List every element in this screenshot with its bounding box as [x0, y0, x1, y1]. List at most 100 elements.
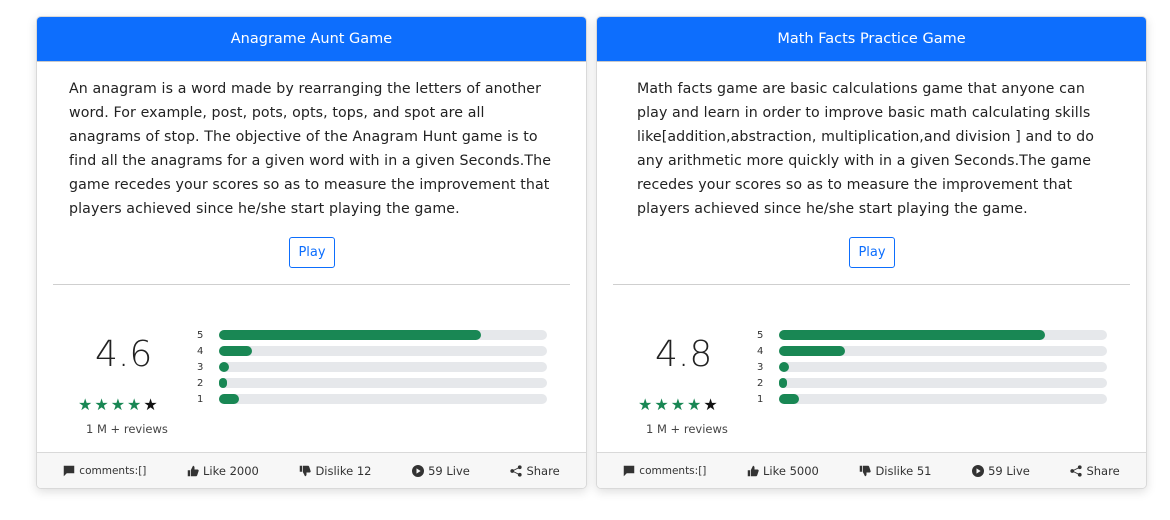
dislike-count: Dislike 51 — [875, 463, 932, 478]
star-rating: ★★★★★ — [78, 395, 160, 414]
play-button[interactable]: Play — [289, 237, 335, 268]
card-footer: comments:[] Like 5000 Dislike 51 59 Live… — [597, 452, 1146, 488]
star-rating: ★★★★★ — [638, 395, 720, 414]
comments-link[interactable]: comments:[] — [63, 465, 146, 477]
card-footer: comments:[] Like 2000 Dislike 12 59 Live… — [37, 452, 586, 488]
average-rating: 4.6 — [95, 334, 153, 375]
rating-label: 2 — [197, 377, 204, 389]
star-icon: ★ — [94, 395, 111, 414]
live-count: 59 Live — [428, 463, 470, 478]
rating-label: 1 — [197, 393, 204, 405]
star-icon: ★ — [654, 395, 671, 414]
rating-bar-track — [219, 330, 547, 340]
divider — [53, 284, 570, 285]
rating-bar-fill — [779, 378, 788, 388]
rating-row: 5 — [757, 327, 1109, 343]
play-button[interactable]: Play — [849, 237, 895, 268]
rating-label: 4 — [197, 345, 204, 357]
comments-label: comments:[] — [79, 464, 147, 477]
rating-bar-fill — [779, 346, 845, 356]
comments-link[interactable]: comments:[] — [623, 465, 706, 477]
rating-row: 3 — [197, 359, 549, 375]
live-count: 59 Live — [988, 463, 1030, 478]
rating-label: 5 — [757, 329, 764, 341]
rating-bar-track — [219, 378, 547, 388]
rating-row: 1 — [197, 391, 549, 407]
play-circle-icon — [412, 464, 425, 477]
rating-bar-fill — [219, 362, 229, 372]
game-card-anagram: Anagrame Aunt Game An anagram is a word … — [36, 16, 587, 489]
star-icon: ★ — [127, 395, 144, 414]
card-body: An anagram is a word made by rearranging… — [69, 77, 556, 221]
dislike-count: Dislike 12 — [315, 463, 372, 478]
rating-bar-track — [779, 378, 1107, 388]
card-description: Math facts game are basic calculations g… — [637, 81, 1094, 217]
rating-bar-track — [219, 394, 547, 404]
rating-label: 3 — [757, 361, 764, 373]
rating-distribution: 5 4 3 2 1 — [197, 327, 549, 407]
star-icon: ★ — [687, 395, 704, 414]
thumbs-down-icon — [860, 465, 872, 476]
review-count: 1 M + reviews — [86, 422, 168, 436]
star-icon: ★ — [638, 395, 655, 414]
card-description: An anagram is a word made by rearranging… — [69, 81, 552, 217]
share-label: Share — [1086, 463, 1120, 478]
star-icon: ★ — [78, 395, 95, 414]
rating-bar-fill — [219, 394, 239, 404]
rating-bar-track — [219, 362, 547, 372]
card-title: Anagrame Aunt Game — [37, 17, 586, 62]
rating-bar-fill — [219, 378, 228, 388]
review-count: 1 M + reviews — [646, 422, 728, 436]
rating-bar-track — [779, 346, 1107, 356]
thumbs-down-icon — [300, 465, 312, 476]
like-button[interactable]: Like 5000 — [747, 464, 819, 478]
rating-bar-fill — [779, 330, 1045, 340]
rating-bar-track — [779, 362, 1107, 372]
share-button[interactable]: Share — [1070, 463, 1120, 478]
share-icon — [1070, 464, 1083, 477]
game-card-math-facts: Math Facts Practice Game Math facts game… — [596, 16, 1147, 489]
rating-bar-fill — [219, 330, 482, 340]
rating-label: 3 — [197, 361, 204, 373]
half-star-icon: ★ — [143, 395, 160, 414]
rating-bar-fill — [779, 362, 789, 372]
star-icon: ★ — [670, 395, 688, 414]
like-count: Like 2000 — [202, 463, 259, 478]
rating-row: 4 — [197, 343, 549, 359]
rating-row: 4 — [757, 343, 1109, 359]
dislike-button[interactable]: Dislike 51 — [859, 464, 931, 478]
thumbs-up-icon — [747, 465, 759, 476]
rating-bar-fill — [219, 346, 252, 356]
rating-bar-track — [219, 346, 547, 356]
comment-icon — [624, 465, 635, 476]
rating-label: 5 — [197, 329, 204, 341]
card-title: Math Facts Practice Game — [597, 17, 1146, 62]
thumbs-up-icon — [187, 465, 199, 476]
dislike-button[interactable]: Dislike 12 — [299, 464, 371, 478]
live-link[interactable]: 59 Live — [412, 464, 470, 478]
comment-icon — [64, 465, 75, 476]
half-star-icon: ★ — [703, 395, 720, 414]
rating-label: 1 — [757, 393, 764, 405]
rating-distribution: 5 4 3 2 1 — [757, 327, 1109, 407]
share-icon — [510, 464, 523, 477]
average-rating: 4.8 — [655, 334, 713, 375]
star-icon: ★ — [110, 395, 128, 414]
play-circle-icon — [972, 464, 985, 477]
rating-row: 2 — [757, 375, 1109, 391]
rating-row: 1 — [757, 391, 1109, 407]
rating-bar-fill — [779, 394, 799, 404]
share-button[interactable]: Share — [510, 463, 560, 478]
rating-label: 2 — [757, 377, 764, 389]
rating-row: 2 — [197, 375, 549, 391]
like-button[interactable]: Like 2000 — [187, 464, 259, 478]
rating-bar-track — [779, 330, 1107, 340]
share-label: Share — [526, 463, 560, 478]
divider — [613, 284, 1130, 285]
rating-label: 4 — [757, 345, 764, 357]
rating-row: 5 — [197, 327, 549, 343]
like-count: Like 5000 — [762, 463, 819, 478]
rating-row: 3 — [757, 359, 1109, 375]
comments-label: comments:[] — [639, 464, 707, 477]
live-link[interactable]: 59 Live — [972, 464, 1030, 478]
